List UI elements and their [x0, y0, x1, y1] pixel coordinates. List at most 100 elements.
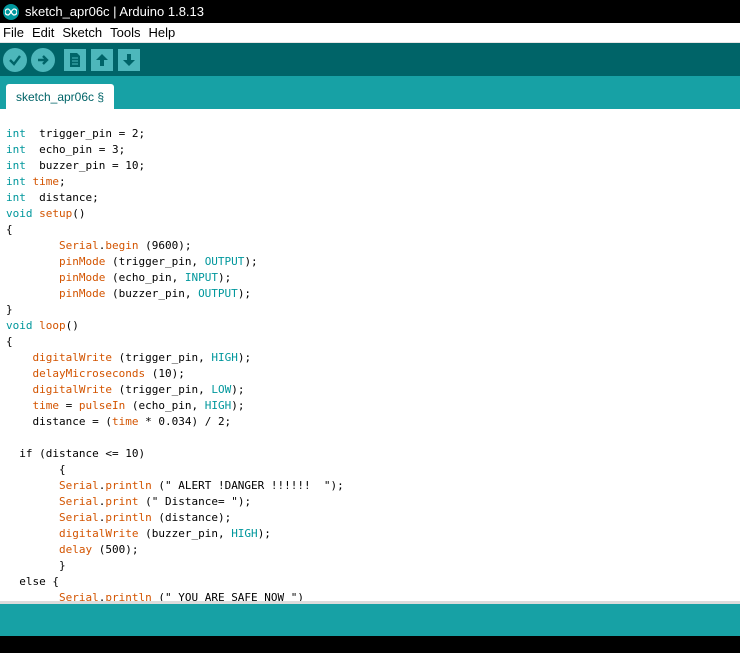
code-token: begin [105, 239, 139, 252]
code-line: int time; [6, 174, 344, 190]
code-token: HIGH [211, 351, 238, 364]
code-line: int echo_pin = 3; [6, 142, 344, 158]
menu-edit[interactable]: Edit [29, 23, 59, 43]
code-token: else { [6, 575, 59, 588]
code-token: (trigger_pin, [105, 255, 205, 268]
code-token: println [105, 591, 152, 601]
verify-button[interactable] [3, 47, 27, 72]
status-bar [0, 604, 740, 636]
code-token: ; [59, 175, 66, 188]
code-token: time [111, 415, 139, 428]
code-token: time [32, 175, 60, 188]
code-token: int [6, 175, 26, 188]
code-token: } [6, 303, 13, 316]
menu-sketch[interactable]: Sketch [59, 23, 107, 43]
code-line: distance = (time * 0.034) / 2; [6, 414, 344, 430]
code-line: Serial.begin (9600); [6, 238, 344, 254]
document-icon [70, 52, 80, 67]
code-token: trigger_pin = 2; [25, 127, 146, 140]
code-token: digitalWrite [58, 527, 139, 540]
code-token: void [6, 319, 33, 332]
code-token: (trigger_pin, [111, 383, 212, 396]
code-token: void [6, 207, 33, 220]
code-line: Serial.println (distance); [6, 510, 344, 526]
code-line: digitalWrite (trigger_pin, HIGH); [6, 350, 344, 366]
arrow-up-icon [96, 53, 108, 66]
code-token: HIGH [204, 399, 232, 412]
arrow-down-icon [123, 53, 135, 66]
code-line: Serial.print (" Distance= "); [6, 494, 344, 510]
code-token: (" YOU ARE SAFE NOW ") [151, 591, 305, 601]
code-token: ); [231, 399, 245, 412]
code-token: (echo_pin, [105, 271, 185, 284]
code-line: int buzzer_pin = 10; [6, 158, 344, 174]
code-token: ); [237, 351, 252, 364]
code-token: (distance); [151, 511, 232, 524]
console-output [0, 636, 740, 653]
new-button[interactable] [64, 48, 86, 71]
code-line: delay (500); [6, 542, 344, 558]
code-line: digitalWrite (trigger_pin, LOW); [6, 382, 344, 398]
code-token: echo_pin = 3; [25, 143, 126, 156]
code-line: pinMode (echo_pin, INPUT); [6, 270, 344, 286]
code-token: digitalWrite [32, 383, 112, 396]
code-token: if (distance <= 10) [6, 447, 146, 460]
tab-bar: sketch_apr06c § [0, 76, 740, 109]
code-token: } [6, 559, 66, 572]
code-line: delayMicroseconds (10); [6, 366, 344, 382]
code-line: time = pulseIn (echo_pin, HIGH); [6, 398, 344, 414]
menu-bar: File Edit Sketch Tools Help [0, 23, 740, 43]
code-token: println [105, 479, 152, 492]
code-line: } [6, 302, 344, 318]
code-token: Serial [58, 479, 99, 492]
menu-help[interactable]: Help [145, 23, 180, 43]
code-token: ); [231, 383, 245, 396]
menu-tools[interactable]: Tools [107, 23, 145, 43]
code-token: (10); [145, 367, 185, 380]
code-text[interactable]: int trigger_pin = 2; int echo_pin = 3; int… [6, 126, 344, 601]
code-line: digitalWrite (buzzer_pin, HIGH); [6, 526, 344, 542]
code-token: delayMicroseconds [32, 367, 146, 380]
code-editor[interactable]: int trigger_pin = 2; int echo_pin = 3; int… [0, 109, 740, 601]
code-line: Serial.println (" YOU ARE SAFE NOW ") [6, 590, 344, 601]
code-token: Serial [58, 511, 99, 524]
toolbar [0, 43, 740, 76]
code-token: int [6, 159, 26, 172]
code-token: time [32, 399, 60, 412]
code-token: (" ALERT !DANGER !!!!!! "); [151, 479, 344, 492]
window-title: sketch_apr06c | Arduino 1.8.13 [25, 4, 204, 19]
tab-sketch[interactable]: sketch_apr06c § [6, 84, 114, 109]
code-token: distance = ( [6, 415, 112, 428]
open-button[interactable] [91, 48, 113, 71]
code-token: int [6, 191, 26, 204]
code-token: pinMode [58, 271, 106, 284]
code-token: (buzzer_pin, [138, 527, 232, 540]
code-line: void setup() [6, 206, 344, 222]
code-token: digitalWrite [32, 351, 112, 364]
code-token: ); [217, 271, 232, 284]
code-token: (9600); [138, 239, 192, 252]
code-token: * 0.034) / 2; [138, 415, 232, 428]
save-button[interactable] [118, 48, 140, 71]
code-token: print [105, 495, 139, 508]
code-token: (trigger_pin, [111, 351, 212, 364]
menu-file[interactable]: File [0, 23, 29, 43]
code-token: INPUT [184, 271, 218, 284]
code-token: ); [237, 287, 252, 300]
code-token: { [6, 223, 13, 236]
upload-button[interactable] [31, 47, 55, 72]
code-token: HIGH [231, 527, 258, 540]
code-token: Serial [58, 495, 99, 508]
title-bar: sketch_apr06c | Arduino 1.8.13 [0, 0, 740, 23]
code-token: (500); [92, 543, 139, 556]
